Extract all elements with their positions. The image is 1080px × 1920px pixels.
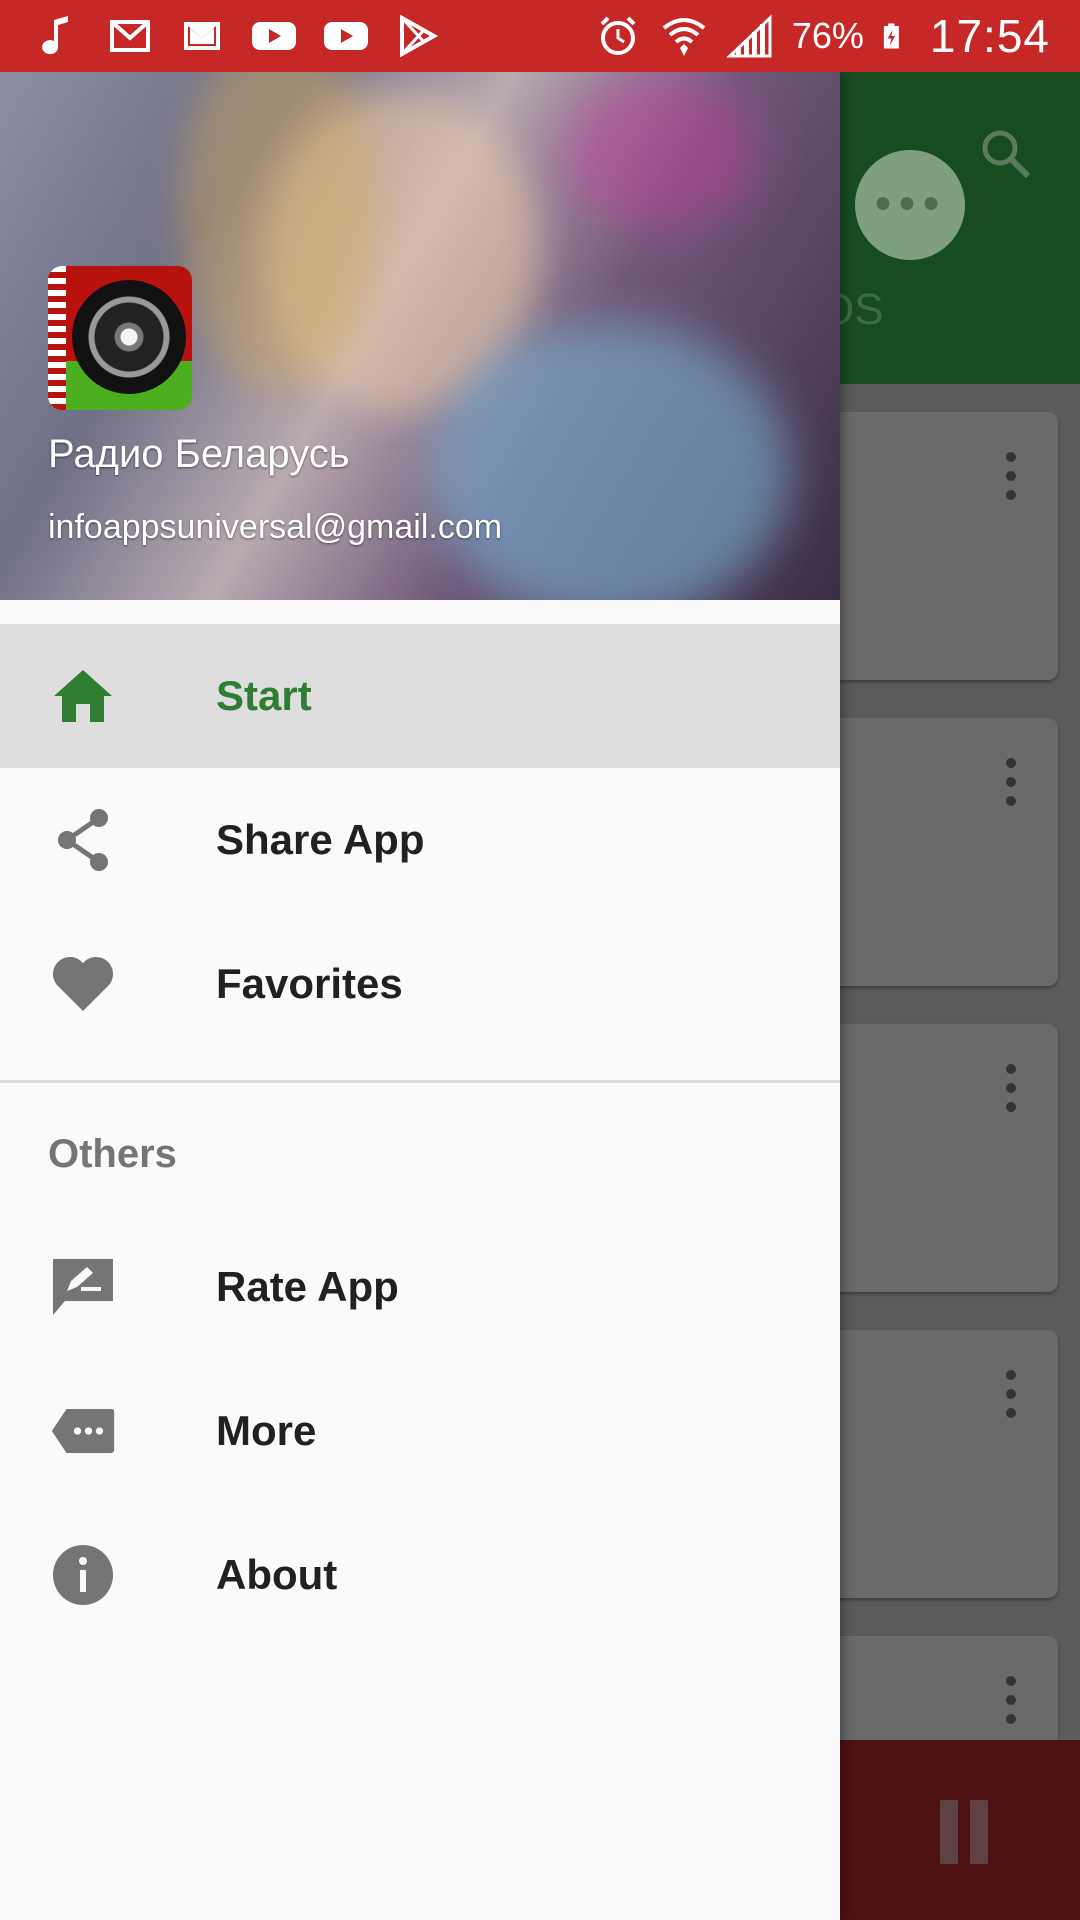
menu-item-more[interactable]: More — [0, 1359, 840, 1503]
info-icon — [50, 1542, 116, 1608]
alarm-icon — [600, 16, 636, 55]
app-logo — [48, 266, 192, 410]
battery-percent: 76% — [791, 15, 864, 56]
header-photo-highlight — [430, 322, 790, 600]
navigation-drawer: Радио Беларусь infoappsuniversal@gmail.c… — [0, 72, 840, 1920]
search-icon[interactable] — [978, 126, 1034, 182]
menu-item-label: Rate App — [216, 1263, 399, 1310]
more-vert-icon[interactable] — [1006, 1676, 1018, 1724]
menu-divider — [0, 1080, 840, 1083]
menu-item-label: Start — [216, 672, 312, 719]
overflow-menu-icon[interactable]: ●●● — [855, 150, 965, 260]
contact-email: infoappsuniversal@gmail.com — [48, 508, 503, 546]
battery-charging-icon — [883, 23, 899, 49]
gmail-icon — [184, 22, 220, 50]
menu-item-label: More — [216, 1407, 317, 1454]
more-vert-icon[interactable] — [1006, 1064, 1018, 1112]
menu-item-label: Share App — [216, 816, 425, 863]
more-tag-icon — [50, 1398, 116, 1464]
more-vert-icon[interactable] — [1006, 452, 1018, 500]
youtube-icon — [324, 22, 368, 50]
music-note-icon — [42, 16, 68, 55]
wifi-icon — [662, 18, 706, 56]
menu-item-label: About — [216, 1551, 338, 1598]
header-photo-highlight — [560, 72, 760, 232]
section-header-others: Others — [48, 1132, 177, 1176]
pause-icon[interactable] — [940, 1800, 990, 1864]
home-icon — [50, 663, 116, 729]
rate-review-icon — [50, 1254, 116, 1320]
more-vert-icon[interactable] — [1006, 758, 1018, 806]
status-time: 17:54 — [929, 10, 1050, 62]
share-icon — [50, 807, 116, 873]
app-name: Радио Беларусь — [48, 432, 350, 476]
menu-item-share-app[interactable]: Share App — [0, 768, 840, 912]
menu-item-about[interactable]: About — [0, 1503, 840, 1647]
menu-item-favorites[interactable]: Favorites — [0, 912, 840, 1056]
gmail-icon — [110, 20, 150, 52]
signal-icon — [726, 14, 772, 58]
menu-item-label: Favorites — [216, 960, 403, 1007]
more-vert-icon[interactable] — [1006, 1370, 1018, 1418]
heart-icon — [50, 951, 116, 1017]
drawer-header: Радио Беларусь infoappsuniversal@gmail.c… — [0, 72, 840, 600]
play-store-icon — [400, 14, 439, 58]
menu-item-rate-app[interactable]: Rate App — [0, 1215, 840, 1359]
menu-item-start[interactable]: Start — [0, 624, 840, 768]
status-bar: 76% 17:54 — [0, 0, 1080, 72]
speaker-icon — [72, 280, 186, 394]
youtube-icon — [252, 22, 296, 50]
